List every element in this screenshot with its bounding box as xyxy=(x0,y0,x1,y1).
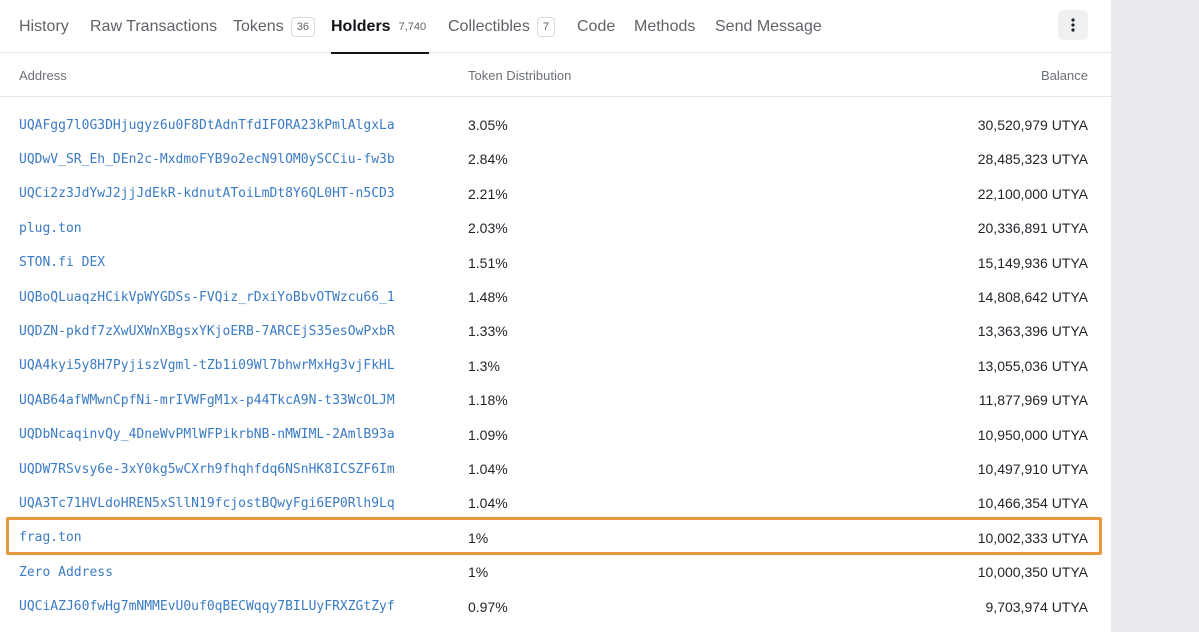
holder-balance: 28,485,323 UTYA xyxy=(977,151,1088,168)
holder-address-link[interactable]: UQDwV_SR_Eh_DEn2c-MxdmoFYB9o2ecN9lOM0ySC… xyxy=(19,142,395,176)
table-row: UQBoQLuaqzHCikVpWYGDSs-FVQiz_rDxiYoBbvOT… xyxy=(0,280,1111,314)
token-distribution: 3.05% xyxy=(468,117,508,133)
holder-balance: 10,000,350 UTYA xyxy=(977,564,1088,581)
token-distribution: 1.48% xyxy=(468,289,508,305)
holder-balance: 22,100,000 UTYA xyxy=(977,185,1088,202)
holder-address-link[interactable]: UQDZN-pkdf7zXwUXWnXBgsxYKjoERB-7ARCEjS35… xyxy=(19,314,395,348)
holder-address-link[interactable]: Zero Address xyxy=(19,555,113,589)
holder-balance: 30,520,979 UTYA xyxy=(977,117,1088,133)
tab-label: Methods xyxy=(634,17,696,35)
holders-count-badge: 7,740 xyxy=(398,20,427,33)
vertical-dots-icon xyxy=(1071,18,1075,32)
holder-address-link[interactable]: UQAB64afWMwnCpfNi-mrIVWFgM1x-p44TkcA9N-t… xyxy=(19,383,395,417)
table-row: UQDW7RSvsy6e-3xY0kg5wCXrh9fhqhfdq6NSnHK8… xyxy=(0,452,1111,486)
token-distribution: 1.51% xyxy=(468,254,508,271)
holder-address-link[interactable]: UQCiAZJ60fwHg7mNMMEvU0uf0qBECWqqy7BILUyF… xyxy=(19,590,395,624)
holder-balance: 10,497,910 UTYA xyxy=(977,461,1088,477)
token-distribution: 1.3% xyxy=(468,357,500,374)
tab-label: History xyxy=(19,17,69,35)
token-distribution: 2.21% xyxy=(468,185,508,202)
holders-panel: History Raw Transactions Tokens 36 Holde… xyxy=(0,0,1111,632)
token-distribution: 2.03% xyxy=(468,220,508,237)
holder-balance: 15,149,936 UTYA xyxy=(977,254,1088,271)
holder-balance: 13,363,396 UTYA xyxy=(977,323,1088,340)
tab-label: Holders xyxy=(331,17,391,35)
table-row: UQA3Tc71HVLdoHREN5xSllN19fcjostBQwyFgi6E… xyxy=(0,486,1111,520)
token-distribution: 1.33% xyxy=(468,323,508,340)
token-distribution: 2.84% xyxy=(468,151,508,168)
holder-address-link[interactable]: UQCi2z3JdYwJ2jjJdEkR-kdnutAToiLmDt8Y6QL0… xyxy=(19,177,395,211)
holder-address-link[interactable]: frag.ton xyxy=(19,521,82,555)
tab-label: Code xyxy=(577,17,616,35)
tab-holders[interactable]: Holders 7,740 xyxy=(331,0,429,54)
tab-collectibles[interactable]: Collectibles 7 xyxy=(448,0,555,53)
holder-balance: 10,002,333 UTYA xyxy=(977,529,1088,546)
token-distribution: 1.04% xyxy=(468,461,508,477)
table-row: Zero Address 1% 10,000,350 UTYA xyxy=(0,555,1111,589)
token-distribution: 1% xyxy=(468,529,489,546)
column-header-balance: Balance xyxy=(1041,67,1088,83)
holder-balance: 13,055,036 UTYA xyxy=(977,357,1088,374)
table-header: Address Token Distribution Balance xyxy=(0,53,1111,97)
table-row: UQCi2z3JdYwJ2jjJdEkR-kdnutAToiLmDt8Y6QL0… xyxy=(0,177,1111,211)
more-options-button[interactable] xyxy=(1058,10,1088,40)
tab-code[interactable]: Code xyxy=(577,0,615,53)
table-row: UQDwV_SR_Eh_DEn2c-MxdmoFYB9o2ecN9lOM0ySC… xyxy=(0,142,1111,176)
holder-address-link[interactable]: UQA3Tc71HVLdoHREN5xSllN19fcjostBQwyFgi6E… xyxy=(19,486,395,520)
column-header-distribution: Token Distribution xyxy=(468,67,572,83)
holder-address-link[interactable]: UQAFgg7l0G3DHjugyz6u0F8DtAdnTfdIFORA23kP… xyxy=(19,108,395,142)
tab-label: Tokens xyxy=(233,17,284,35)
tab-methods[interactable]: Methods xyxy=(634,0,695,53)
holder-address-link[interactable]: UQBoQLuaqzHCikVpWYGDSs-FVQiz_rDxiYoBbvOT… xyxy=(19,280,395,314)
table-row: plug.ton 2.03% 20,336,891 UTYA xyxy=(0,211,1111,245)
table-row: STON.fi DEX 1.51% 15,149,936 UTYA xyxy=(0,246,1111,280)
table-row: UQDbNcaqinvQy_4DneWvPMlWFPikrbNB-nMWIML-… xyxy=(0,418,1111,452)
tab-raw-transactions[interactable]: Raw Transactions xyxy=(90,0,217,53)
holder-balance: 11,877,969 UTYA xyxy=(978,392,1088,409)
token-distribution: 1.09% xyxy=(468,426,508,443)
holder-balance: 10,950,000 UTYA xyxy=(977,426,1088,443)
token-distribution: 1.18% xyxy=(468,392,508,409)
table-row: UQA4kyi5y8H7PyjiszVgml-tZb1i09Wl7bhwrMxH… xyxy=(0,349,1111,383)
token-distribution: 1.04% xyxy=(468,495,508,512)
holder-balance: 14,808,642 UTYA xyxy=(977,289,1088,305)
token-distribution: 0.97% xyxy=(468,598,508,615)
tab-send-message[interactable]: Send Message xyxy=(715,0,822,53)
holder-address-link[interactable]: STON.fi DEX xyxy=(19,246,105,280)
tab-label: Raw Transactions xyxy=(90,17,218,35)
table-row: UQCiAZJ60fwHg7mNMMEvU0uf0qBECWqqy7BILUyF… xyxy=(0,590,1111,624)
tab-label: Collectibles xyxy=(448,17,530,35)
tab-history[interactable]: History xyxy=(19,0,69,53)
holder-balance: 20,336,891 UTYA xyxy=(977,220,1088,237)
collectibles-count-badge: 7 xyxy=(536,16,555,37)
column-header-address: Address xyxy=(19,67,67,83)
holder-address-link[interactable]: UQA4kyi5y8H7PyjiszVgml-tZb1i09Wl7bhwrMxH… xyxy=(19,349,395,383)
token-distribution: 1% xyxy=(468,564,489,581)
holder-address-link[interactable]: plug.ton xyxy=(19,211,82,245)
tab-tokens[interactable]: Tokens 36 xyxy=(233,0,315,53)
table-row: UQAB64afWMwnCpfNi-mrIVWFgM1x-p44TkcA9N-t… xyxy=(0,383,1111,417)
holder-balance: 10,466,354 UTYA xyxy=(977,495,1088,512)
holder-address-link[interactable]: UQDW7RSvsy6e-3xY0kg5wCXrh9fhqhfdq6NSnHK8… xyxy=(19,452,395,486)
tokens-count-badge: 36 xyxy=(290,16,315,37)
table-row-highlighted: frag.ton 1% 10,002,333 UTYA xyxy=(0,521,1111,555)
tab-bar: History Raw Transactions Tokens 36 Holde… xyxy=(0,0,1111,54)
table-row: UQAFgg7l0G3DHjugyz6u0F8DtAdnTfdIFORA23kP… xyxy=(0,108,1111,142)
holder-address-link[interactable]: UQDbNcaqinvQy_4DneWvPMlWFPikrbNB-nMWIML-… xyxy=(19,418,395,452)
tab-label: Send Message xyxy=(715,17,822,35)
holder-balance: 9,703,974 UTYA xyxy=(985,598,1088,615)
table-row: UQDZN-pkdf7zXwUXWnXBgsxYKjoERB-7ARCEjS35… xyxy=(0,314,1111,348)
